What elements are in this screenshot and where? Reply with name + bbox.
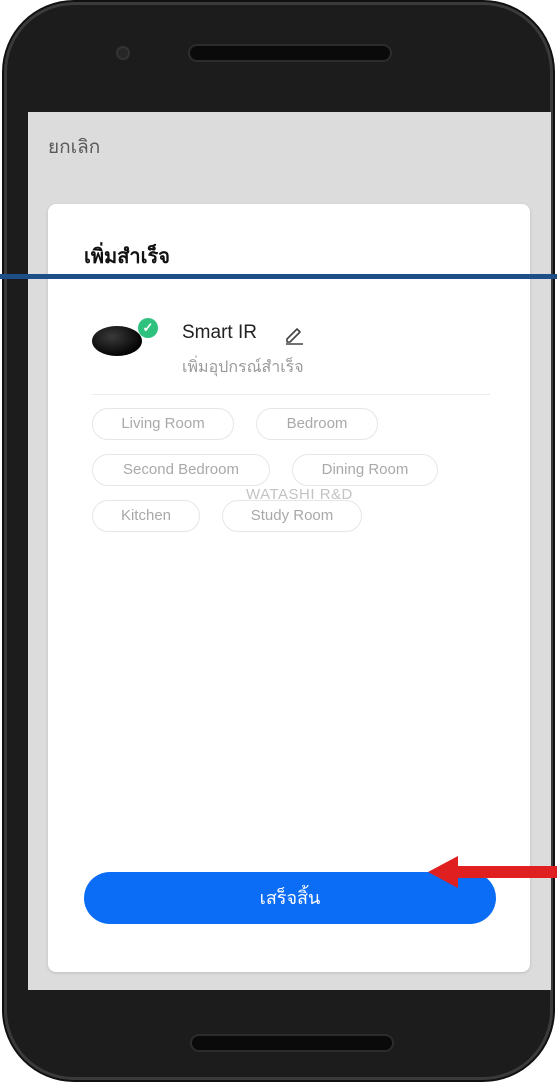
- earpiece-speaker: [190, 46, 390, 60]
- annotation-line: [0, 274, 557, 279]
- room-chip[interactable]: Second Bedroom: [92, 454, 270, 486]
- check-icon: ✓: [138, 318, 158, 338]
- device-name: Smart IR: [182, 322, 257, 343]
- dialog-title: เพิ่มสำเร็จ: [84, 246, 170, 268]
- room-chip[interactable]: Dining Room: [292, 454, 438, 486]
- front-camera: [116, 46, 130, 60]
- annotation-arrow-icon: [428, 856, 557, 888]
- ir-puck-image: [92, 326, 142, 356]
- divider: [92, 394, 490, 395]
- room-chip[interactable]: Study Room: [222, 500, 362, 532]
- bottom-speaker: [192, 1036, 392, 1050]
- device-image: ✓: [92, 318, 158, 356]
- device-status: เพิ่มอุปกรณ์สำเร็จ: [182, 359, 304, 376]
- room-chip[interactable]: Living Room: [92, 408, 234, 440]
- cancel-button[interactable]: ยกเลิก: [48, 132, 100, 162]
- watermark: WATASHI R&D: [246, 486, 353, 503]
- phone-frame: ยกเลิก เพิ่มสำเร็จ ✓ Smart IR เพิ่มอุปกร…: [4, 2, 553, 1080]
- pencil-icon[interactable]: [282, 322, 306, 346]
- room-chip[interactable]: Kitchen: [92, 500, 200, 532]
- room-chip[interactable]: Bedroom: [256, 408, 378, 440]
